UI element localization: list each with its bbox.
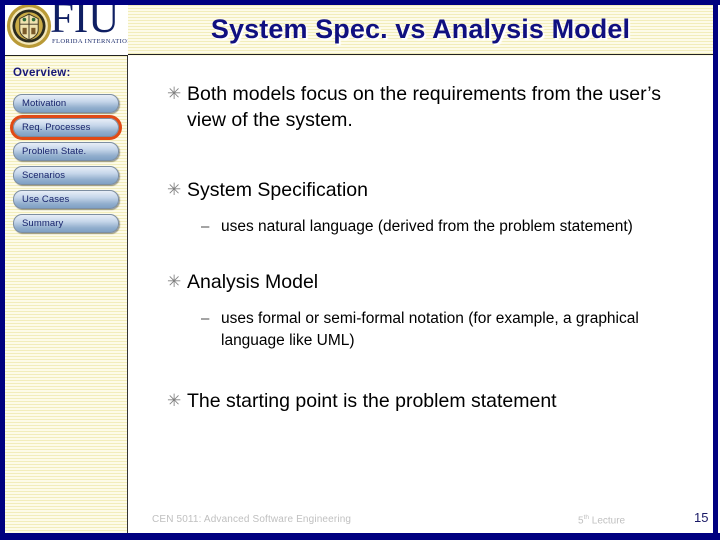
slide-border-top bbox=[0, 0, 720, 5]
bullet-item: ✳ The starting point is the problem stat… bbox=[163, 388, 671, 414]
slide-border-bottom bbox=[0, 533, 720, 540]
sidebar-item-problem-state[interactable]: Problem State. bbox=[13, 142, 119, 161]
sidebar-item-summary[interactable]: Summary bbox=[13, 214, 119, 233]
fiu-logo-subtitle: FLORIDA INTERNATIONAL UNIVERSITY bbox=[52, 38, 128, 45]
slide-border-right bbox=[713, 0, 718, 540]
sidebar-item-req-processes[interactable]: Req. Processes bbox=[10, 115, 122, 140]
bullet-text: System Specification bbox=[187, 179, 368, 201]
sidebar-heading: Overview: bbox=[13, 67, 71, 79]
sidebar-item-label: Req. Processes bbox=[22, 122, 91, 133]
page-title: System Spec. vs Analysis Model bbox=[210, 14, 631, 44]
footer-course-label: CEN 5011: Advanced Software Engineering bbox=[152, 514, 352, 525]
sidebar-item-label: Summary bbox=[22, 218, 64, 229]
fiu-logo: FIU FLORIDA INTERNATIONAL UNIVERSITY bbox=[0, 0, 128, 56]
sidebar-item-label: Problem State. bbox=[22, 146, 87, 157]
footer-lecture-label: 5th Lecture bbox=[578, 514, 625, 526]
sidebar-item-motivation[interactable]: Motivation bbox=[13, 94, 119, 113]
page-number: 15 bbox=[694, 510, 709, 525]
sub-bullet-item: – uses natural language (derived from th… bbox=[195, 216, 675, 238]
asterisk-bullet-icon: ✳ bbox=[167, 180, 182, 199]
slide-content: ✳ Both models focus on the requirements … bbox=[129, 57, 713, 503]
slide-canvas: System Spec. vs Analysis Model FIU FLORI… bbox=[0, 0, 720, 540]
bullet-text: Both models focus on the requirements fr… bbox=[187, 83, 662, 131]
sidebar-item-use-cases[interactable]: Use Cases bbox=[13, 190, 119, 209]
sidebar-item-label: Scenarios bbox=[22, 170, 66, 181]
bullet-item: ✳ System Specification bbox=[163, 177, 671, 203]
fiu-seal-icon bbox=[6, 3, 52, 49]
fiu-logo-letters: FIU bbox=[50, 0, 120, 42]
title-band: System Spec. vs Analysis Model bbox=[128, 5, 713, 55]
slide-border-left bbox=[0, 0, 5, 540]
sub-bullet-text: uses natural language (derived from the … bbox=[221, 218, 633, 235]
dash-bullet-icon: – bbox=[201, 218, 210, 235]
asterisk-bullet-icon: ✳ bbox=[167, 272, 182, 291]
bullet-item: ✳ Analysis Model bbox=[163, 269, 671, 295]
bullet-text: The starting point is the problem statem… bbox=[187, 390, 557, 412]
sidebar: Overview: Motivation Req. Processes Prob… bbox=[5, 56, 128, 533]
bullet-item: ✳ Both models focus on the requirements … bbox=[163, 81, 671, 133]
dash-bullet-icon: – bbox=[201, 310, 210, 327]
asterisk-bullet-icon: ✳ bbox=[167, 84, 182, 103]
sidebar-item-label: Motivation bbox=[22, 98, 67, 109]
sub-bullet-text: uses formal or semi-formal notation (for… bbox=[221, 310, 639, 349]
footer-lecture-word: Lecture bbox=[588, 515, 626, 527]
asterisk-bullet-icon: ✳ bbox=[167, 391, 182, 410]
bullet-text: Analysis Model bbox=[187, 271, 319, 293]
sidebar-item-label: Use Cases bbox=[22, 194, 70, 205]
sub-bullet-item: – uses formal or semi-formal notation (f… bbox=[195, 308, 690, 352]
sidebar-item-scenarios[interactable]: Scenarios bbox=[13, 166, 119, 185]
